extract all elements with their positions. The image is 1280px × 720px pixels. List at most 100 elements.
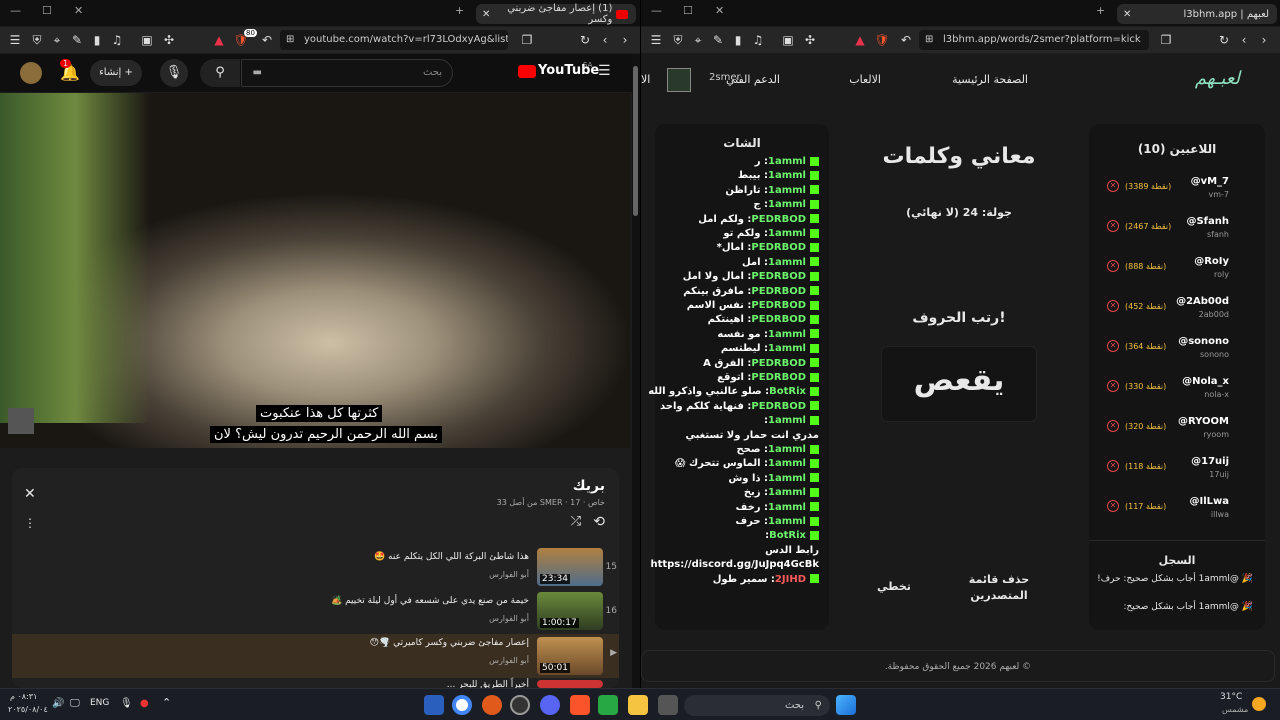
playlist-item[interactable]: 16 1:00:17 خيمة من صنع يدي على شسعه في أ… — [12, 592, 619, 634]
music-icon[interactable]: ♫ — [108, 31, 126, 49]
weather-temp[interactable]: 31°C — [1220, 692, 1242, 702]
page-scrollbar[interactable] — [632, 54, 640, 688]
new-tab-icon[interactable]: + — [1096, 4, 1105, 17]
close-tab-icon[interactable]: ✕ — [482, 9, 490, 20]
remove-player-icon[interactable]: ✕ — [1107, 500, 1119, 512]
hamburger-icon[interactable]: ☰ — [598, 63, 611, 79]
sidebar-icon[interactable]: ▮ — [729, 31, 747, 49]
keyboard-icon[interactable]: ▬ — [248, 60, 262, 86]
clock-time[interactable]: ٠٨:٣١ م — [10, 692, 37, 701]
remove-player-icon[interactable]: ✕ — [1107, 260, 1119, 272]
maximize-icon[interactable]: ☐ — [42, 4, 52, 17]
playlist-item-current[interactable]: ▶ 50:01 إعصار مفاجئ ضربني وكسر كاميرتي 🌪… — [12, 634, 619, 678]
nav-cut-item[interactable]: الا — [641, 73, 650, 86]
new-tab-icon[interactable]: + — [455, 4, 464, 17]
bookmark-icon[interactable]: ❐ — [1157, 31, 1175, 49]
minimize-icon[interactable]: — — [651, 4, 662, 17]
site-logo[interactable]: لعبـهم — [1195, 68, 1240, 89]
playlist-item[interactable]: أخيراً الطريق للبحر ... — [12, 680, 619, 688]
username[interactable]: 2smer — [709, 72, 741, 83]
pin-icon[interactable]: ⌖ — [48, 31, 66, 49]
remove-player-icon[interactable]: ✕ — [1107, 180, 1119, 192]
menu-icon[interactable]: ☰ — [647, 31, 665, 49]
brave-icon[interactable] — [570, 695, 590, 715]
pin-icon[interactable]: ⌖ — [689, 31, 707, 49]
brave-rewards-icon[interactable]: ▲ — [210, 31, 228, 49]
search-input[interactable]: ▬ بحث — [241, 59, 453, 87]
tab-l3bhm[interactable]: لعبهم | l3bhm.app ✕ — [1117, 4, 1277, 24]
screenshot-icon[interactable]: ▣ — [138, 31, 156, 49]
back-icon[interactable]: ‹ — [1235, 31, 1253, 49]
remove-player-icon[interactable]: ✕ — [1107, 420, 1119, 432]
close-window-icon[interactable]: ✕ — [715, 4, 724, 17]
security-app-icon[interactable] — [424, 695, 444, 715]
shield-icon[interactable]: ⛨ — [669, 31, 687, 49]
clock-date[interactable]: ٢٠٢٥/٠٨/٠٤ — [8, 705, 48, 714]
microphone-icon[interactable]: 🎙 — [160, 59, 188, 87]
more-options-icon[interactable]: ⋮ — [24, 516, 36, 530]
shuffle-icon[interactable]: ⤮ — [571, 514, 581, 529]
menu-icon[interactable]: ☰ — [6, 31, 24, 49]
extension-icon[interactable]: ✣ — [801, 31, 819, 49]
remove-player-icon[interactable]: ✕ — [1107, 460, 1119, 472]
discord-icon[interactable] — [540, 695, 560, 715]
tray-chevron-icon[interactable]: ⌃ — [162, 696, 171, 709]
playlist-item[interactable]: 15 23:34 هذا شاطئ البركة اللي الكل يتكلم… — [12, 548, 619, 590]
tab-youtube[interactable]: (1) إعصار مفاجئ ضربني وكسر ✕ — [476, 3, 636, 25]
close-window-icon[interactable]: ✕ — [74, 4, 83, 17]
remove-player-icon[interactable]: ✕ — [1107, 340, 1119, 352]
youtube-logo-icon[interactable] — [518, 65, 536, 78]
app-icon[interactable] — [482, 695, 502, 715]
back-icon[interactable]: ‹ — [596, 31, 614, 49]
close-playlist-icon[interactable]: ✕ — [24, 486, 36, 502]
forward-icon[interactable]: › — [616, 31, 634, 49]
create-button[interactable]: إنشاء + — [90, 60, 142, 86]
brave-shield-icon[interactable]: 🛡 — [873, 31, 891, 49]
file-explorer-icon[interactable] — [628, 695, 648, 715]
search-icon[interactable]: ⚲ — [200, 59, 240, 87]
obs-icon[interactable] — [510, 695, 530, 715]
weather-label[interactable]: مشمس — [1222, 705, 1248, 714]
maximize-icon[interactable]: ☐ — [683, 4, 693, 17]
edit-icon[interactable]: ✎ — [709, 31, 727, 49]
taskbar-search[interactable]: بحث ⚲ — [684, 695, 830, 716]
language-indicator[interactable]: ENG — [90, 698, 109, 708]
windows-start-icon[interactable] — [836, 695, 856, 715]
chrome-icon[interactable] — [452, 695, 472, 715]
nav-home[interactable]: الصفحة الرئيسية — [952, 73, 1028, 86]
remove-player-icon[interactable]: ✕ — [1107, 300, 1119, 312]
extension-icon[interactable]: ✣ — [160, 31, 178, 49]
remove-player-icon[interactable]: ✕ — [1107, 220, 1119, 232]
sun-icon[interactable] — [1252, 697, 1266, 711]
microphone-icon[interactable]: 🎙 — [120, 698, 133, 709]
site-info-icon[interactable]: ⊞ — [286, 30, 294, 50]
screenshot-icon[interactable]: ▣ — [779, 31, 797, 49]
video-player[interactable]: كثرتها كل هذا عنكبوت بسم الله الرحمن الر… — [0, 93, 630, 448]
loop-icon[interactable]: ⟲ — [593, 514, 605, 530]
minimize-icon[interactable]: — — [10, 4, 21, 17]
reload-icon[interactable]: ↻ — [1215, 31, 1233, 49]
clear-leaderboard-button[interactable]: حذف قائمة المتصدرين — [961, 572, 1037, 604]
close-tab-icon[interactable]: ✕ — [1123, 9, 1131, 20]
address-bar[interactable]: ⊞ l3bhm.app/words/2smer?platform=kick — [919, 30, 1149, 50]
volume-icon[interactable]: 🔊 — [52, 698, 64, 709]
bookmark-icon[interactable]: ❐ — [518, 31, 536, 49]
sidebar-icon[interactable]: ▮ — [88, 31, 106, 49]
user-avatar[interactable] — [667, 68, 691, 92]
recording-icon[interactable]: ● — [140, 698, 149, 709]
skip-button[interactable]: تخطي — [877, 580, 911, 593]
edit-icon[interactable]: ✎ — [68, 31, 86, 49]
task-view-icon[interactable] — [658, 695, 678, 715]
back-history-icon[interactable]: ↶ — [897, 31, 915, 49]
reload-icon[interactable]: ↻ — [576, 31, 594, 49]
remove-player-icon[interactable]: ✕ — [1107, 380, 1119, 392]
display-icon[interactable]: 🖵 — [70, 698, 80, 709]
address-bar[interactable]: ⊞ youtube.com/watch?v=rl73LOdxyAg&list=.… — [280, 30, 508, 50]
avatar[interactable] — [20, 62, 42, 84]
brave-rewards-icon[interactable]: ▲ — [851, 31, 869, 49]
site-info-icon[interactable]: ⊞ — [925, 30, 933, 50]
forward-icon[interactable]: › — [1255, 31, 1273, 49]
shield-icon[interactable]: ⛨ — [28, 31, 46, 49]
store-icon[interactable] — [598, 695, 618, 715]
back-history-icon[interactable]: ↶ — [258, 31, 276, 49]
